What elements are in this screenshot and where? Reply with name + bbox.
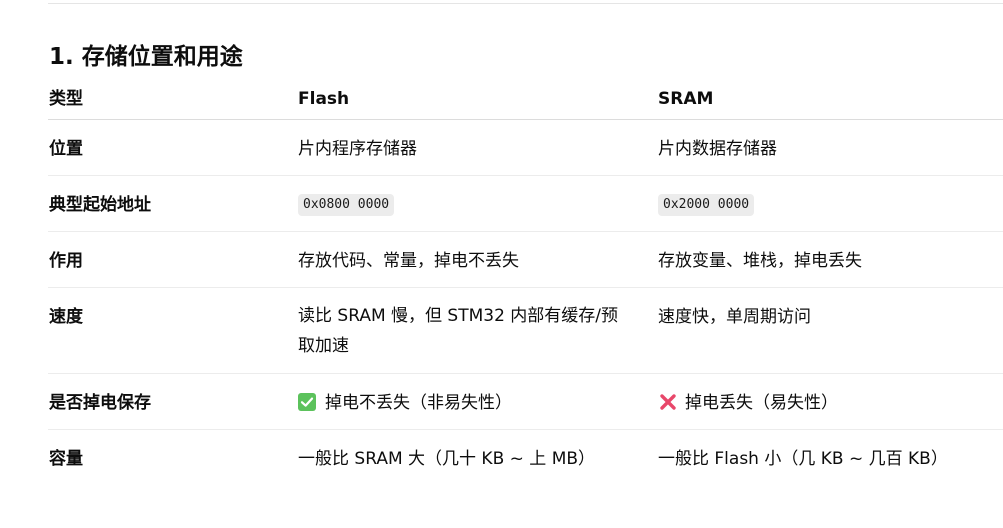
flash-address-code: 0x0800 0000 xyxy=(298,194,395,216)
section-heading: 1. 存储位置和用途 xyxy=(49,44,243,70)
flash-cell: 0x0800 0000 xyxy=(298,189,628,221)
row-label: 容量 xyxy=(49,449,83,469)
sram-cell: 片内数据存储器 xyxy=(658,139,777,159)
table-row-capacity: 容量 一般比 SRAM 大（几十 KB ~ 上 MB） 一般比 Flash 小（… xyxy=(48,430,1003,486)
table-row-location: 位置 片内程序存储器 片内数据存储器 xyxy=(48,120,1003,176)
table-row-purpose: 作用 存放代码、常量，掉电不丢失 存放变量、堆栈，掉电丢失 xyxy=(48,232,1003,288)
flash-retention-text: 掉电不丢失（非易失性） xyxy=(325,393,512,413)
flash-cell: 一般比 SRAM 大（几十 KB ~ 上 MB） xyxy=(298,449,596,469)
table-row-speed: 速度 读比 SRAM 慢，但 STM32 内部有缓存/预取加速 速度快，单周期访… xyxy=(48,288,1003,374)
row-label: 作用 xyxy=(49,251,83,271)
sram-cell: 存放变量、堆栈，掉电丢失 xyxy=(658,251,862,271)
flash-cell: 掉电不丢失（非易失性） xyxy=(298,387,628,419)
check-mark-icon xyxy=(298,393,316,411)
flash-cell: 片内程序存储器 xyxy=(298,139,417,159)
table-row-retention: 是否掉电保存 掉电不丢失（非易失性） 掉电丢失（易失性） xyxy=(48,374,1003,430)
sram-cell: 掉电丢失（易失性） xyxy=(658,387,1003,419)
sram-cell: 速度快，单周期访问 xyxy=(658,307,811,327)
header-sram: SRAM xyxy=(658,89,714,109)
top-divider xyxy=(48,3,1003,4)
table-header-row: 类型 Flash SRAM xyxy=(48,80,1003,120)
sram-cell: 0x2000 0000 xyxy=(658,189,1003,221)
table-row-start-address: 典型起始地址 0x0800 0000 0x2000 0000 xyxy=(48,176,1003,232)
cross-mark-icon xyxy=(658,391,678,411)
row-label: 位置 xyxy=(49,139,83,159)
header-flash: Flash xyxy=(298,89,350,109)
sram-cell: 一般比 Flash 小（几 KB ~ 几百 KB） xyxy=(658,449,948,469)
row-label: 是否掉电保存 xyxy=(49,393,151,413)
sram-address-code: 0x2000 0000 xyxy=(658,194,755,216)
flash-cell: 存放代码、常量，掉电不丢失 xyxy=(298,251,519,271)
flash-cell: 读比 SRAM 慢，但 STM32 内部有缓存/预取加速 xyxy=(298,306,619,356)
sram-retention-text: 掉电丢失（易失性） xyxy=(685,393,838,413)
row-label: 典型起始地址 xyxy=(49,195,151,215)
header-type: 类型 xyxy=(49,89,83,109)
row-label: 速度 xyxy=(49,307,83,327)
comparison-table: 类型 Flash SRAM 位置 片内程序存储器 片内数据存储器 典型起始地址 … xyxy=(48,80,1003,486)
